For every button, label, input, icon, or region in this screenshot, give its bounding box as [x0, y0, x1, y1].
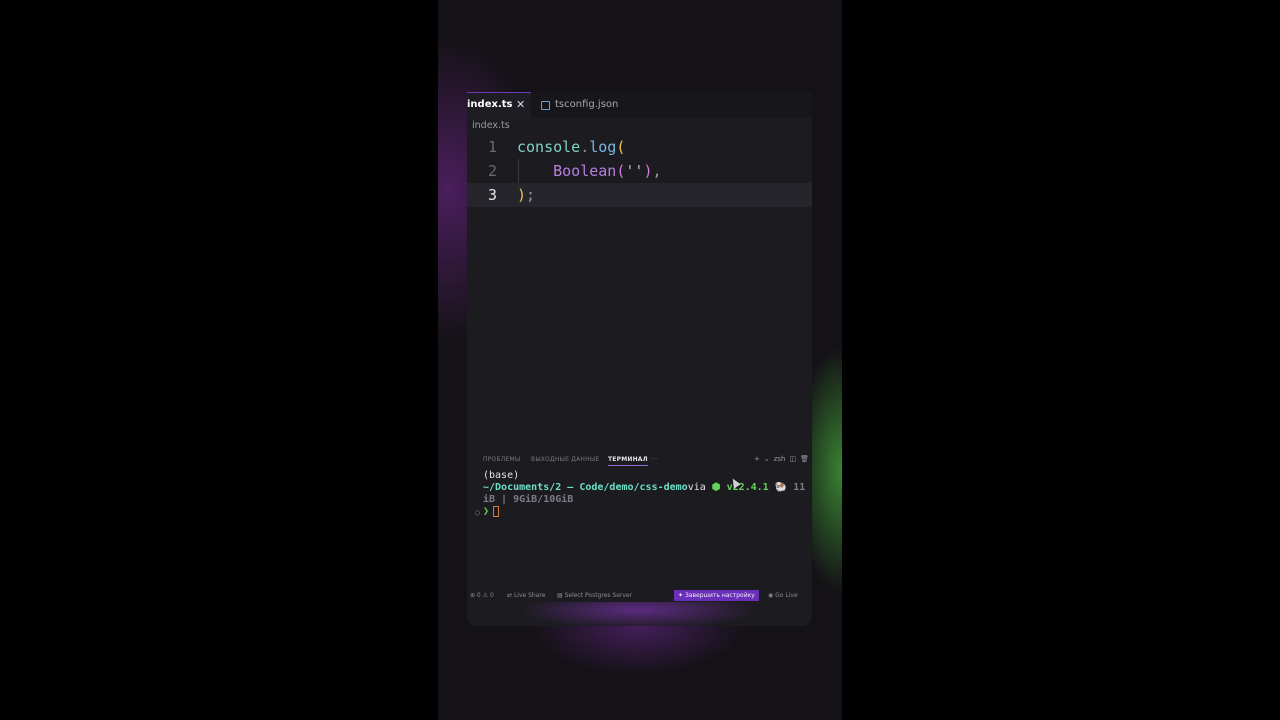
token-semicolon: ; — [526, 186, 536, 204]
prompt-status-icon: ○ — [475, 508, 480, 517]
code-editor[interactable]: 1 console.log( 2 Boolean(''), 3 ); — [467, 135, 812, 207]
token-log: log — [589, 138, 617, 156]
split-terminal-icon[interactable]: ◫ — [789, 455, 796, 463]
token-string: '' — [625, 162, 644, 180]
postgres-label: Select Postgres Server — [564, 592, 633, 599]
memory-icon: 🐏 — [774, 482, 788, 493]
code-line-current[interactable]: 3 ); — [467, 183, 812, 207]
token-boolean: Boolean — [553, 162, 617, 180]
status-bar: ⊗ 0 ⚠ 0 ⇄ Live Share ▤ Select Postgres S… — [467, 590, 812, 601]
tab-terminal[interactable]: ТЕРМИНАЛ — [608, 456, 648, 466]
close-icon[interactable]: ✕ — [516, 93, 525, 117]
node-icon: ⬢ — [711, 482, 721, 493]
panel-tab-bar: ПРОБЛЕМЫ ВЫХОДНЫЕ ДАННЫЕ ТЕРМИНАЛ ··· + ⌄… — [467, 454, 812, 468]
line-number: 2 — [487, 162, 497, 180]
token-dot: . — [580, 138, 590, 156]
line-number: 1 — [487, 138, 497, 156]
memory-start: 11 — [793, 482, 806, 493]
add-terminal-icon[interactable]: + — [754, 455, 760, 463]
terminal-path: ~/Documents/2 – Code/demo/css-demo — [483, 482, 688, 493]
database-icon: ▤ — [557, 592, 565, 599]
line-content: console.log( — [517, 135, 625, 159]
live-share-icon: ⇄ — [507, 592, 514, 599]
tab-tsconfig-json[interactable]: tsconfig.json — [539, 92, 629, 118]
chevron-down-icon[interactable]: ⌄ — [764, 455, 770, 463]
tab-label: index.ts — [467, 99, 513, 110]
terminal-prompt-line: ~/Documents/2 – Code/demo/css-demovia ⬢ … — [483, 482, 805, 494]
vscode-window: index.ts ✕ tsconfig.json index.ts 1 cons… — [467, 92, 812, 626]
more-tabs-icon[interactable]: ··· — [651, 456, 657, 463]
json-file-icon — [541, 101, 550, 110]
breadcrumb[interactable]: index.ts — [472, 120, 510, 131]
go-live-label: Go Live — [775, 592, 798, 599]
token-comma: , — [652, 162, 662, 180]
panel-actions: + ⌄ zsh ◫ 🗑 — [750, 455, 809, 463]
terminal-via: via — [687, 482, 706, 493]
finish-setup-label: Завершить настройку — [684, 592, 755, 599]
live-share-label: Live Share — [513, 592, 546, 599]
live-share-button[interactable]: ⇄ Live Share — [507, 590, 545, 601]
terminal-shell-label[interactable]: zsh — [774, 455, 786, 463]
video-frame: index.ts ✕ tsconfig.json index.ts 1 cons… — [438, 0, 842, 720]
terminal-cursor — [493, 506, 499, 517]
terminal-env: (base) — [483, 470, 520, 481]
go-live-button[interactable]: ◉ Go Live — [768, 590, 798, 601]
token-paren: ( — [616, 138, 626, 156]
editor-tab-bar: index.ts ✕ tsconfig.json — [467, 92, 812, 118]
line-content: Boolean(''), — [517, 159, 662, 183]
tab-label: tsconfig.json — [555, 99, 619, 110]
tab-problems[interactable]: ПРОБЛЕМЫ — [483, 456, 520, 463]
line-number: 3 — [487, 186, 497, 204]
trash-icon[interactable]: 🗑 — [800, 455, 809, 463]
memory-usage: iB | 9GiB/10GiB — [483, 494, 574, 505]
token-paren: ) — [517, 186, 527, 204]
copilot-icon: ✦ — [678, 592, 685, 599]
postgres-server-button[interactable]: ▤ Select Postgres Server — [557, 590, 632, 601]
bottom-glow — [467, 602, 812, 626]
indent-guide — [518, 159, 519, 183]
tab-output[interactable]: ВЫХОДНЫЕ ДАННЫЕ — [531, 456, 599, 463]
line-content: ); — [517, 183, 535, 207]
code-line[interactable]: 1 console.log( — [467, 135, 812, 159]
tab-index-ts[interactable]: index.ts ✕ — [467, 92, 531, 118]
prompt-symbol: ❯ — [483, 506, 490, 517]
finish-setup-button[interactable]: ✦ Завершить настройку — [674, 590, 759, 601]
problems-status[interactable]: ⊗ 0 ⚠ 0 — [470, 590, 494, 601]
token-console: console — [517, 138, 581, 156]
